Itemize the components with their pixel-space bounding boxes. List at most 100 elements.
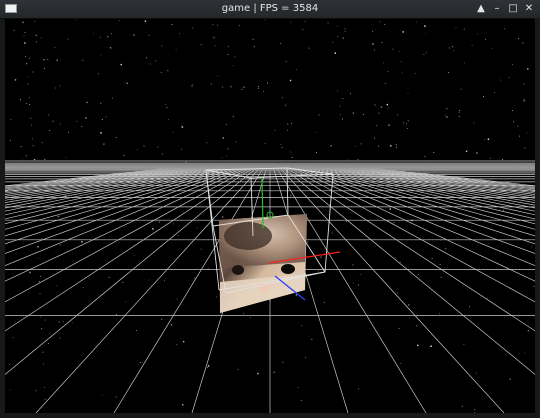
star: [253, 46, 255, 48]
star: [358, 284, 359, 286]
star: [235, 141, 237, 143]
grid-line-lateral: [278, 163, 535, 375]
star: [352, 264, 354, 266]
star: [67, 38, 69, 40]
restore-icon[interactable]: –: [492, 1, 502, 17]
star: [12, 337, 14, 339]
horizon-glow: [5, 160, 535, 174]
star: [502, 159, 503, 160]
star: [210, 83, 212, 85]
star: [24, 42, 26, 44]
star: [140, 362, 141, 363]
star: [274, 129, 276, 131]
star: [267, 82, 268, 84]
star: [424, 156, 426, 157]
star: [406, 123, 407, 124]
star: [386, 103, 388, 106]
star: [176, 344, 178, 346]
star: [448, 47, 450, 49]
star: [181, 125, 182, 127]
star: [291, 157, 293, 158]
star: [40, 316, 42, 318]
star: [230, 86, 232, 88]
star: [308, 47, 310, 49]
star: [56, 59, 58, 61]
star: [285, 61, 287, 62]
star: [476, 152, 478, 154]
star: [360, 274, 362, 275]
star: [345, 220, 347, 222]
star: [29, 57, 31, 59]
star: [136, 149, 138, 151]
star: [41, 328, 43, 330]
star: [383, 62, 384, 64]
star: [295, 294, 298, 296]
grid-line-lateral: [333, 163, 535, 188]
star: [234, 56, 236, 58]
star: [273, 371, 275, 373]
star: [289, 79, 292, 82]
star: [311, 338, 313, 340]
star: [342, 118, 343, 120]
star: [20, 146, 22, 147]
application-window: game | FPS = 3584 ▲ – □ ✕: [0, 0, 540, 418]
star: [62, 321, 64, 323]
star: [374, 137, 375, 139]
star: [44, 319, 46, 321]
star: [362, 114, 364, 115]
star: [491, 47, 493, 49]
window-title: game | FPS = 3584: [221, 3, 319, 14]
star: [118, 20, 120, 21]
star: [100, 102, 102, 104]
star: [59, 123, 61, 125]
star: [107, 35, 109, 38]
maximize-icon[interactable]: □: [508, 1, 518, 17]
cat-eye-left: [232, 265, 244, 275]
star: [264, 19, 266, 21]
star: [339, 105, 341, 107]
star: [354, 146, 356, 147]
star: [287, 129, 289, 131]
star: [301, 325, 303, 326]
star: [503, 28, 505, 30]
star: [526, 132, 528, 134]
star: [517, 125, 519, 127]
grid-line-lateral: [307, 163, 535, 209]
star: [509, 378, 511, 380]
title-bar[interactable]: game | FPS = 3584 ▲ – □ ✕: [0, 0, 540, 19]
star: [148, 34, 150, 36]
star: [27, 76, 28, 78]
star: [161, 45, 163, 47]
star: [10, 139, 11, 141]
grid-line-lateral: [285, 163, 535, 282]
star: [44, 68, 45, 70]
star: [192, 27, 194, 29]
star: [393, 222, 395, 223]
star: [342, 98, 344, 99]
star: [110, 33, 112, 35]
game-viewport[interactable]: [5, 19, 535, 413]
grid-line-lateral: [335, 163, 535, 187]
star: [337, 36, 339, 37]
star: [37, 257, 39, 259]
scene-canvas[interactable]: [5, 19, 535, 413]
window-frame-bottom: [0, 413, 540, 418]
star: [120, 63, 122, 66]
star: [200, 248, 202, 250]
star: [388, 124, 390, 126]
star: [453, 50, 455, 51]
star: [282, 361, 284, 363]
star: [41, 238, 43, 240]
star: [58, 321, 60, 323]
star: [487, 138, 490, 140]
minimize-icon[interactable]: ▲: [476, 1, 486, 17]
star: [32, 71, 34, 73]
star: [56, 285, 58, 287]
star: [43, 59, 45, 61]
textured-cube[interactable]: [219, 214, 307, 313]
star: [35, 34, 37, 37]
star: [32, 138, 33, 140]
star: [519, 135, 520, 137]
grid-line-lateral: [5, 163, 220, 195]
close-icon[interactable]: ✕: [524, 1, 534, 17]
